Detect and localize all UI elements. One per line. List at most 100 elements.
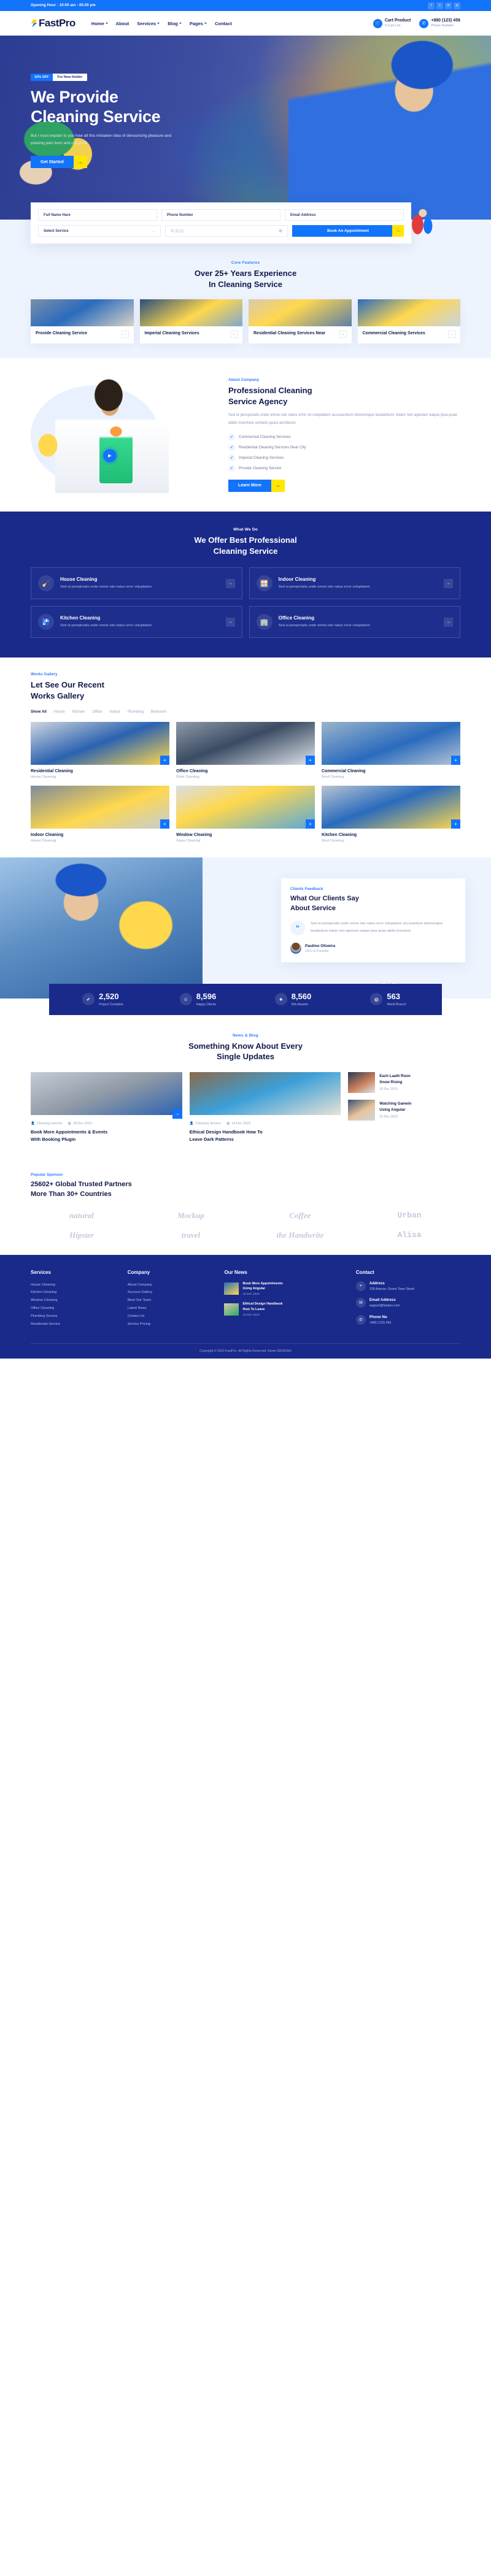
brand-logo: natural	[69, 1210, 94, 1220]
nav-item-pages[interactable]: Pages	[190, 21, 207, 26]
play-icon[interactable]: ▶	[103, 449, 117, 463]
feature-card[interactable]: Provide Cleaning Service →	[31, 299, 134, 344]
gallery-image: +	[176, 722, 315, 765]
arrow-right-icon[interactable]: →	[172, 1108, 182, 1119]
gallery-item[interactable]: + Residential Cleaning House Cleaning	[31, 722, 169, 779]
footer-contact-phone[interactable]: ✆ Phone No +880 (123) 456	[355, 1315, 460, 1326]
twitter-icon[interactable]: t	[436, 2, 443, 9]
gallery-item[interactable]: + Office Cleaning Desk Cleaning	[176, 722, 315, 779]
arrow-right-icon[interactable]: →	[444, 617, 453, 627]
window-icon: 🪟	[256, 575, 273, 592]
learn-more-button[interactable]: Learn More	[228, 479, 271, 492]
footer-link[interactable]: House Cleaning	[31, 1281, 118, 1289]
service-card-house[interactable]: 🧹 House Cleaning Sed ut perspiciatis und…	[31, 567, 242, 600]
cart-widget[interactable]: 🛒 Cart Product 0 Cart List	[373, 18, 411, 28]
full-name-placeholder: Full Name Hare	[44, 213, 71, 217]
youtube-icon[interactable]: yt	[454, 2, 460, 9]
gallery-title: Let See Our Recent Works Gallery	[31, 680, 460, 701]
full-name-input[interactable]: Full Name Hare	[38, 209, 157, 221]
footer-link[interactable]: Latest News	[128, 1305, 215, 1313]
plus-icon[interactable]: +	[451, 756, 460, 765]
nav-item-blog[interactable]: Blog	[168, 21, 182, 26]
service-select[interactable]: Select Service ⌄	[38, 225, 161, 237]
footer-news-item[interactable]: Book More Appointments Using Angular 18 …	[224, 1281, 346, 1296]
plus-icon[interactable]: +	[306, 819, 315, 829]
nav-label: Blog	[168, 20, 178, 26]
footer-link[interactable]: Residential Service	[31, 1321, 118, 1328]
book-appointment-button[interactable]: Book An Appointment →	[292, 225, 404, 237]
feature-card[interactable]: Imperial Cleaning Services →	[139, 299, 242, 344]
plus-icon[interactable]: +	[160, 756, 169, 765]
arrow-right-icon[interactable]: →	[230, 331, 238, 339]
arrow-right-icon[interactable]: →	[444, 578, 453, 588]
check-icon: ✓	[228, 454, 235, 461]
phone-input[interactable]: Phone Number	[161, 209, 280, 221]
gallery-filter-show-all[interactable]: Show All	[31, 710, 47, 714]
side-post-image	[348, 1071, 376, 1093]
gallery-item-sub: Roof Cleaning	[322, 775, 344, 780]
nav-item-home[interactable]: Home	[91, 21, 108, 26]
email-input[interactable]: Email Address	[285, 209, 404, 221]
service-card-kitchen[interactable]: 🚰 Kitchen Cleaning Sed ut perspiciatis u…	[31, 606, 242, 638]
gallery-image: +	[322, 786, 460, 829]
plus-icon[interactable]: +	[451, 819, 460, 829]
footer-link[interactable]: Window Cleaning	[31, 1297, 118, 1305]
plus-icon[interactable]: +	[306, 756, 315, 765]
gallery-item[interactable]: + Indoor Cleaning House Cleaning	[31, 786, 169, 843]
features-title: Over 25+ Years Experience In Cleaning Se…	[31, 268, 460, 289]
gallery-filter-office[interactable]: Office	[92, 710, 102, 714]
chevron-down-icon	[204, 23, 207, 24]
gallery-filter-plumbing[interactable]: Plumbing	[128, 710, 144, 714]
arrow-right-icon[interactable]: →	[448, 331, 455, 339]
site-logo[interactable]: FastPro	[31, 17, 75, 29]
date-input[interactable]: 年/月/日 ▦	[165, 225, 288, 237]
plus-icon[interactable]: +	[160, 819, 169, 829]
blog-post[interactable]: 👤 Cleaning Service ▦ 18 Dec 2023 Ethical D…	[189, 1071, 341, 1143]
feature-card[interactable]: Commercial Cleaning Services →	[357, 299, 460, 344]
footer-link[interactable]: Meet Our Team	[128, 1297, 215, 1305]
booking-section: Full Name Hare Phone Number Email Addres…	[0, 202, 491, 257]
gallery-filter-indoor[interactable]: Indoor	[110, 710, 121, 714]
gallery-image: +	[31, 722, 169, 765]
footer-contact-email[interactable]: ✉ Email Address support@fastpro.com	[355, 1298, 460, 1309]
blog-post-title: Ethical Design Handbook How To Leave Dar…	[190, 1129, 341, 1143]
feature-card[interactable]: Residential Cleaning Services Near →	[249, 299, 352, 344]
arrow-right-icon[interactable]: →	[73, 156, 87, 169]
gallery-filter-kitchen[interactable]: Kitchen	[72, 710, 85, 714]
linkedin-icon[interactable]: in	[445, 2, 452, 9]
phone-widget[interactable]: ✆ +880 (123) 456 Phone Number	[419, 18, 460, 28]
footer-news-item[interactable]: Ethical Design Handbook How To Leave 18 …	[224, 1301, 346, 1317]
gallery-item[interactable]: + Kitchen Cleaning Roof Cleaning	[322, 786, 460, 843]
about-item-label: Residential Cleaning Services Near City	[239, 445, 306, 450]
nav-label: Home	[91, 20, 104, 26]
footer-link[interactable]: Office Cleaning	[31, 1305, 118, 1313]
arrow-right-icon[interactable]: →	[271, 479, 285, 492]
footer-link[interactable]: Success Gallery	[128, 1289, 215, 1297]
arrow-right-icon[interactable]: →	[121, 331, 129, 339]
service-title: House Cleaning	[60, 576, 98, 582]
get-started-button[interactable]: Get Started	[31, 156, 74, 169]
service-card-office[interactable]: 🏢 Office Cleaning Sed ut perspiciatis un…	[249, 606, 460, 638]
footer-link[interactable]: About Company	[128, 1281, 215, 1289]
gallery-label: Works Gallery	[31, 672, 58, 677]
arrow-right-icon[interactable]: →	[225, 617, 235, 627]
nav-item-about[interactable]: About	[116, 21, 130, 26]
gallery-item[interactable]: + Commercial Cleaning Roof Cleaning	[322, 722, 460, 779]
gallery-filter-house[interactable]: House	[54, 710, 65, 714]
side-post[interactable]: Each Laath Roon Snow Rising 18 Dec 2023	[348, 1071, 460, 1093]
footer-link[interactable]: Kitchen Cleaning	[31, 1289, 118, 1297]
nav-item-services[interactable]: Services	[137, 21, 160, 26]
arrow-right-icon[interactable]: →	[339, 331, 347, 339]
footer-link[interactable]: Service Pricing	[128, 1321, 215, 1328]
footer-link[interactable]: Plumbing Service	[31, 1313, 118, 1321]
footer-link[interactable]: Contact Us	[128, 1313, 215, 1321]
nav-item-contact[interactable]: Contact	[215, 21, 232, 26]
gallery-filter-bedroom[interactable]: Bedroom	[151, 710, 166, 714]
service-card-indoor[interactable]: 🪟 Indoor Cleaning Sed ut perspiciatis un…	[249, 567, 460, 600]
facebook-icon[interactable]: f	[428, 2, 435, 9]
about-item-label: Provide Cleaning Service	[239, 466, 282, 470]
blog-post[interactable]: → 👤 Cleaning Service ▦ 18 Dec 2023 Book Mo…	[31, 1071, 182, 1143]
gallery-item[interactable]: + Window Cleaning Glass Cleaning	[176, 786, 315, 843]
arrow-right-icon[interactable]: →	[225, 578, 235, 588]
side-post[interactable]: Watching Gamein Using Angular 18 Dec 202…	[348, 1099, 460, 1121]
